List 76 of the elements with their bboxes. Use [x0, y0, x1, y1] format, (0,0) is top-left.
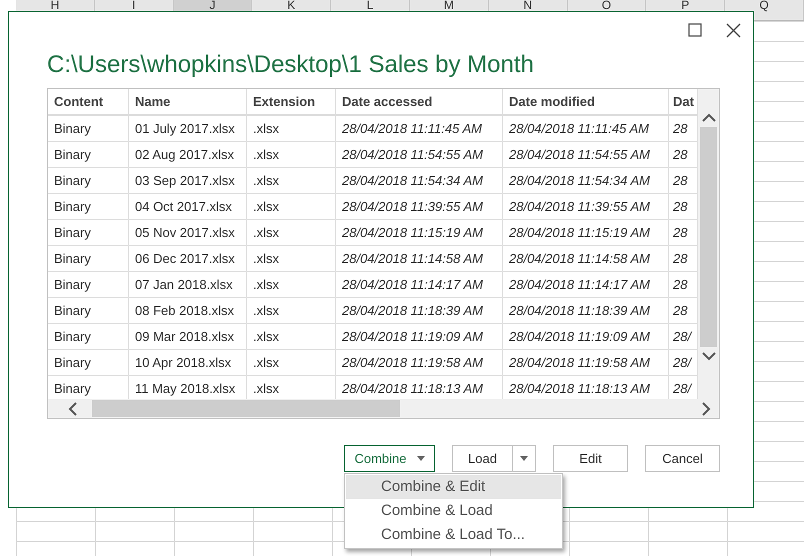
- table-cell: Binary: [48, 324, 128, 350]
- table-cell: .xlsx: [246, 115, 336, 142]
- column-header[interactable]: Date modified: [502, 89, 668, 115]
- table-cell: Binary: [48, 298, 128, 324]
- vertical-scrollbar[interactable]: [698, 89, 719, 399]
- table-cell: 28/04/2018 11:54:34 AM: [502, 168, 668, 194]
- scroll-thumb[interactable]: [92, 400, 400, 417]
- table-cell: .xlsx: [246, 246, 336, 272]
- table-cell: 28/04/2018 11:54:55 AM: [336, 142, 502, 168]
- table-cell: 28/04/2018 11:11:45 AM: [336, 115, 502, 142]
- column-header[interactable]: Extension: [246, 89, 336, 115]
- scroll-up-icon[interactable]: [702, 113, 716, 123]
- table-cell: 28/04/2018 11:19:58 AM: [336, 350, 502, 376]
- scroll-left-icon[interactable]: [68, 402, 78, 416]
- table-cell: Binary: [48, 350, 128, 376]
- table-cell: 28/04/2018 11:19:58 AM: [502, 350, 668, 376]
- table-cell: .xlsx: [246, 220, 336, 246]
- table-cell: .xlsx: [246, 168, 336, 194]
- menu-item[interactable]: Combine & Load: [346, 499, 561, 523]
- column-header[interactable]: Content: [48, 89, 128, 115]
- table-cell: Binary: [48, 168, 128, 194]
- close-icon[interactable]: [726, 22, 741, 38]
- table-cell: Binary: [48, 194, 128, 220]
- table-cell: 09 Mar 2018.xlsx: [128, 324, 246, 350]
- column-header[interactable]: Date accessed: [336, 89, 502, 115]
- table-cell: 28/04/2018 11:15:19 AM: [502, 220, 668, 246]
- table-cell: 28/04/2018 11:11:45 AM: [502, 115, 668, 142]
- scroll-right-icon[interactable]: [701, 402, 711, 416]
- maximize-icon[interactable]: [688, 23, 702, 37]
- table-cell: .xlsx: [246, 350, 336, 376]
- table-cell: 28/04/2018 11:39:55 AM: [336, 194, 502, 220]
- table-cell: 10 Apr 2018.xlsx: [128, 350, 246, 376]
- table-cell: 28/04/2018 11:18:39 AM: [502, 298, 668, 324]
- table-cell: Binary: [48, 246, 128, 272]
- dialog-button[interactable]: Edit: [553, 445, 628, 472]
- table-cell: 06 Dec 2017.xlsx: [128, 246, 246, 272]
- table-cell: 01 July 2017.xlsx: [128, 115, 246, 142]
- combine-button[interactable]: Combine: [344, 445, 435, 472]
- table-cell: 02 Aug 2017.xlsx: [128, 142, 246, 168]
- caret-icon: [520, 456, 528, 461]
- table-cell: 28/04/2018 11:15:19 AM: [336, 220, 502, 246]
- menu-item[interactable]: Combine & Edit: [346, 475, 561, 499]
- table-cell: Binary: [48, 142, 128, 168]
- table-cell: Binary: [48, 272, 128, 298]
- scroll-down-icon[interactable]: [702, 351, 716, 361]
- table-cell: 28/04/2018 11:14:58 AM: [336, 246, 502, 272]
- load-button[interactable]: Load: [452, 445, 513, 472]
- table-cell: 28/04/2018 11:14:17 AM: [336, 272, 502, 298]
- table-cell: Binary: [48, 115, 128, 142]
- menu-item[interactable]: Combine & Load To...: [346, 523, 561, 547]
- caret-icon: [416, 456, 425, 461]
- scroll-thumb[interactable]: [700, 127, 717, 347]
- horizontal-scrollbar[interactable]: [48, 399, 719, 418]
- table-cell: .xlsx: [246, 272, 336, 298]
- dialog-button[interactable]: Cancel: [645, 445, 720, 472]
- table-cell: 07 Jan 2018.xlsx: [128, 272, 246, 298]
- table-cell: .xlsx: [246, 298, 336, 324]
- table-cell: 28/04/2018 11:19:09 AM: [336, 324, 502, 350]
- table-cell: 05 Nov 2017.xlsx: [128, 220, 246, 246]
- table-cell: 28/04/2018 11:54:34 AM: [336, 168, 502, 194]
- dropdown-button[interactable]: [513, 445, 536, 472]
- table-cell: .xlsx: [246, 324, 336, 350]
- table-cell: 08 Feb 2018.xlsx: [128, 298, 246, 324]
- table-cell: 04 Oct 2017.xlsx: [128, 194, 246, 220]
- dialog-title: C:\Users\whopkins\Desktop\1 Sales by Month: [47, 50, 535, 80]
- table-cell: 28/04/2018 11:14:58 AM: [502, 246, 668, 272]
- table-cell: 28/04/2018 11:54:55 AM: [502, 142, 668, 168]
- table-cell: 28/04/2018 11:14:17 AM: [502, 272, 668, 298]
- table-cell: 03 Sep 2017.xlsx: [128, 168, 246, 194]
- column-header[interactable]: Name: [128, 89, 246, 115]
- table-cell: .xlsx: [246, 194, 336, 220]
- table-cell: Binary: [48, 220, 128, 246]
- table-cell: 28/04/2018 11:39:55 AM: [502, 194, 668, 220]
- table-cell: 28/04/2018 11:19:09 AM: [502, 324, 668, 350]
- table-cell: .xlsx: [246, 142, 336, 168]
- table-cell: 28/04/2018 11:18:39 AM: [336, 298, 502, 324]
